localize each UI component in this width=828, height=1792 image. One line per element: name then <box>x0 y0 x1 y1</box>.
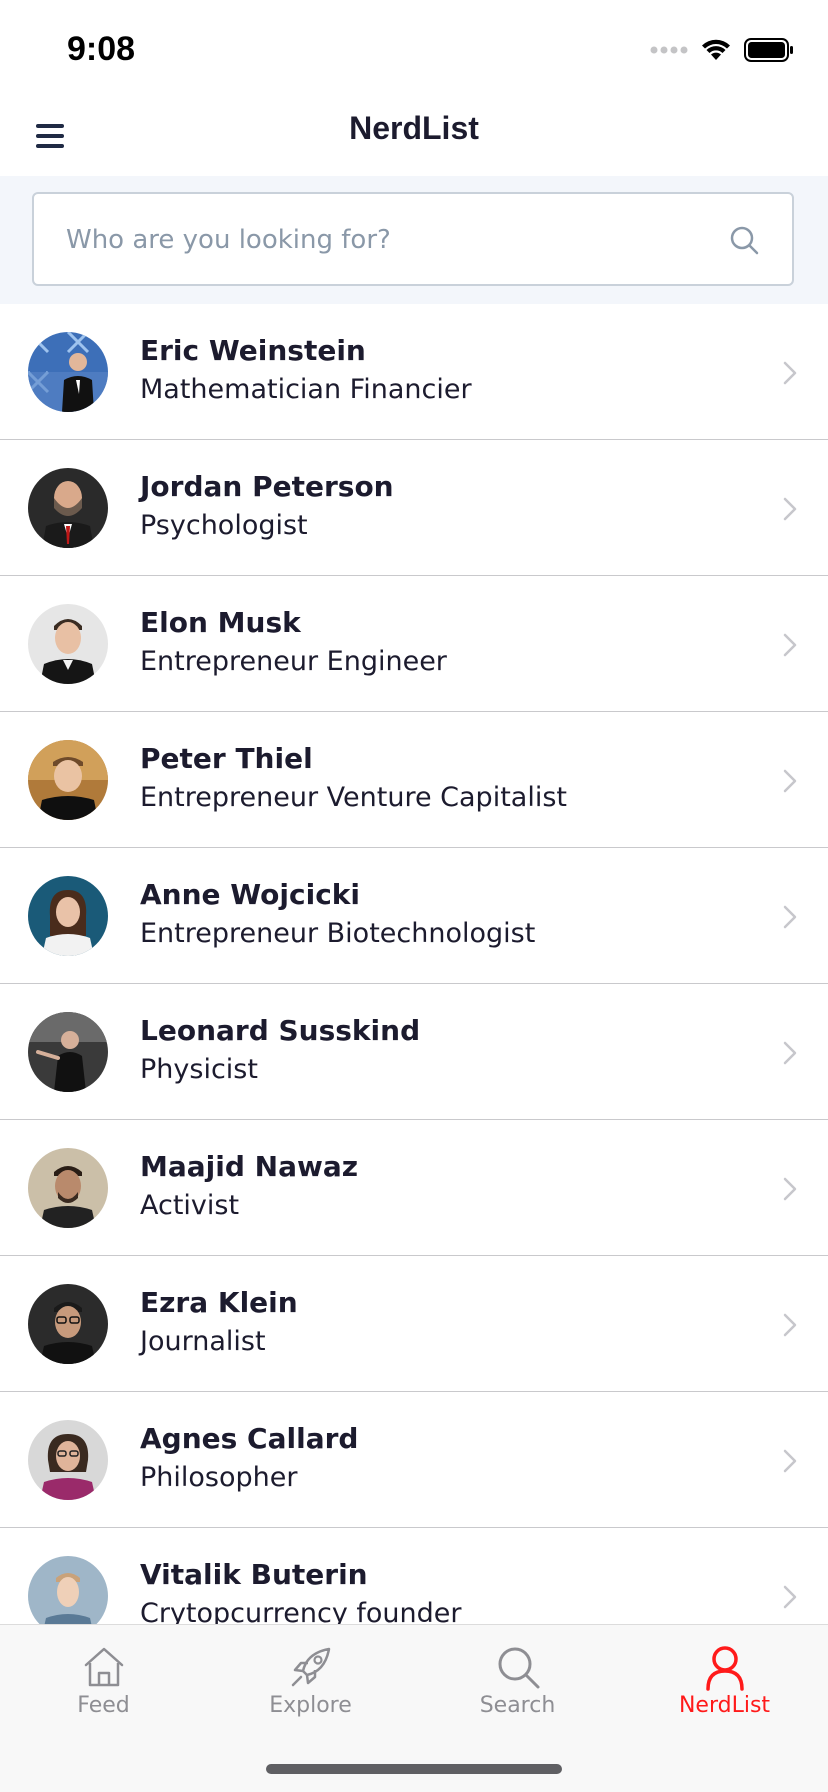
person-name: Maajid Nawaz <box>140 1150 359 1183</box>
avatar <box>28 1556 108 1624</box>
people-list: Eric Weinstein Mathematician Financier J… <box>0 304 828 1624</box>
search-input[interactable] <box>64 194 712 286</box>
tab-label: Explore <box>269 1693 352 1718</box>
rocket-icon <box>291 1647 330 1687</box>
chevron-right-icon <box>783 1449 797 1473</box>
person-description: Psychologist <box>140 510 308 541</box>
list-item[interactable]: Vitalik Buterin Crytopcurrency founder <box>0 1528 828 1624</box>
list-item[interactable]: Ezra Klein Journalist <box>0 1256 828 1392</box>
tab-search[interactable]: Search <box>414 1643 621 1743</box>
chevron-right-icon <box>783 361 797 385</box>
person-name: Elon Musk <box>140 606 301 639</box>
search-icon[interactable] <box>728 224 760 256</box>
list-item[interactable]: Leonard Susskind Physicist <box>0 984 828 1120</box>
list-item[interactable]: Anne Wojcicki Entrepreneur Biotechnologi… <box>0 848 828 984</box>
person-name: Jordan Peterson <box>140 470 394 503</box>
battery-icon <box>744 38 793 62</box>
avatar <box>28 1012 108 1092</box>
navigation-bar: NerdList <box>0 96 828 176</box>
chevron-right-icon <box>783 1041 797 1065</box>
search-icon <box>498 1647 539 1689</box>
avatar <box>28 740 108 820</box>
search-area <box>0 176 828 304</box>
status-icons <box>650 36 794 64</box>
home-icon <box>84 1647 123 1687</box>
person-icon <box>705 1646 744 1691</box>
list-item[interactable]: Elon Musk Entrepreneur Engineer <box>0 576 828 712</box>
avatar <box>28 1148 108 1228</box>
person-name: Ezra Klein <box>140 1286 298 1319</box>
avatar <box>28 332 108 412</box>
person-description: Entrepreneur Venture Capitalist <box>140 782 567 813</box>
person-name: Leonard Susskind <box>140 1014 421 1047</box>
person-description: Philosopher <box>140 1462 298 1493</box>
search-box[interactable] <box>32 192 794 286</box>
status-bar: 9:08 <box>0 0 828 96</box>
avatar <box>28 876 108 956</box>
person-name: Vitalik Buterin <box>140 1558 368 1591</box>
chevron-right-icon <box>783 905 797 929</box>
person-description: Mathematician Financier <box>140 374 472 405</box>
tab-feed[interactable]: Feed <box>0 1643 207 1743</box>
home-indicator[interactable] <box>266 1764 562 1774</box>
avatar <box>28 1284 108 1364</box>
chevron-right-icon <box>783 1177 797 1201</box>
page-title: NerdList <box>349 110 479 146</box>
tab-explore[interactable]: Explore <box>207 1643 414 1743</box>
chevron-right-icon <box>783 769 797 793</box>
person-name: Anne Wojcicki <box>140 878 361 911</box>
list-item[interactable]: Eric Weinstein Mathematician Financier <box>0 304 828 440</box>
person-description: Crytopcurrency founder <box>140 1598 462 1624</box>
chevron-right-icon <box>783 1585 797 1609</box>
chevron-right-icon <box>783 1313 797 1337</box>
person-name: Agnes Callard <box>140 1422 359 1455</box>
person-description: Activist <box>140 1190 240 1221</box>
avatar <box>28 604 108 684</box>
list-item[interactable]: Agnes Callard Philosopher <box>0 1392 828 1528</box>
status-time: 9:08 <box>67 30 136 68</box>
avatar <box>28 1420 108 1500</box>
tab-nerdlist[interactable]: NerdList <box>621 1643 828 1743</box>
tab-label: NerdList <box>678 1693 771 1718</box>
list-item[interactable]: Peter Thiel Entrepreneur Venture Capital… <box>0 712 828 848</box>
avatar <box>28 468 108 548</box>
person-description: Entrepreneur Biotechnologist <box>140 918 536 949</box>
wifi-icon <box>702 39 730 60</box>
person-name: Peter Thiel <box>140 742 313 775</box>
cellular-signal-icon <box>650 46 688 54</box>
chevron-right-icon <box>783 497 797 521</box>
person-description: Entrepreneur Engineer <box>140 646 447 677</box>
tab-label: Feed <box>77 1693 130 1718</box>
list-item[interactable]: Maajid Nawaz Activist <box>0 1120 828 1256</box>
list-item[interactable]: Jordan Peterson Psychologist <box>0 440 828 576</box>
person-name: Eric Weinstein <box>140 334 366 367</box>
person-description: Journalist <box>140 1326 266 1357</box>
tab-label: Search <box>479 1693 556 1718</box>
chevron-right-icon <box>783 633 797 657</box>
person-description: Physicist <box>140 1054 258 1085</box>
